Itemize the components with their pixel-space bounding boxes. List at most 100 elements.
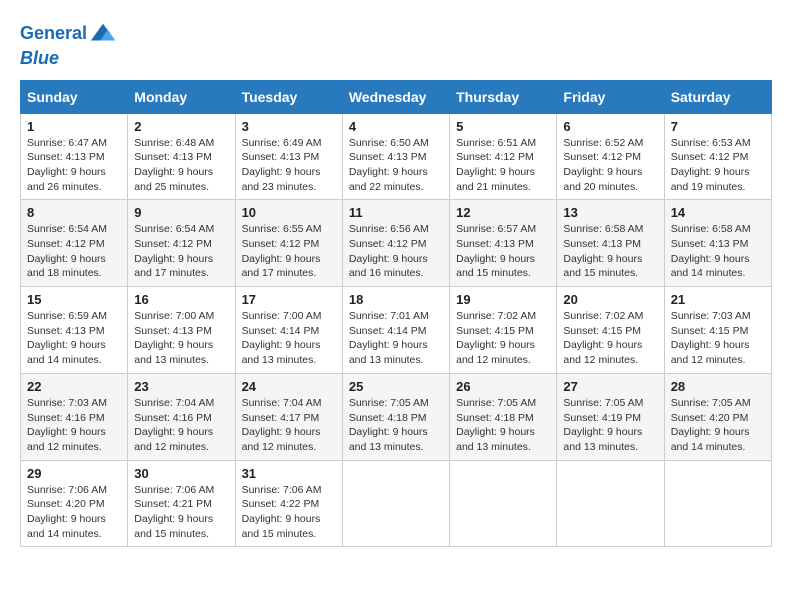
day-info: Sunrise: 6:49 AMSunset: 4:13 PMDaylight:… bbox=[242, 136, 336, 195]
day-number: 6 bbox=[563, 119, 657, 134]
day-number: 15 bbox=[27, 292, 121, 307]
day-info: Sunrise: 7:05 AMSunset: 4:18 PMDaylight:… bbox=[456, 396, 550, 455]
day-cell-24: 24 Sunrise: 7:04 AMSunset: 4:17 PMDayligh… bbox=[235, 373, 342, 460]
logo: General Blue bbox=[20, 20, 117, 70]
day-info: Sunrise: 6:54 AMSunset: 4:12 PMDaylight:… bbox=[134, 222, 228, 281]
day-cell-19: 19 Sunrise: 7:02 AMSunset: 4:15 PMDayligh… bbox=[450, 287, 557, 374]
day-number: 22 bbox=[27, 379, 121, 394]
day-cell-26: 26 Sunrise: 7:05 AMSunset: 4:18 PMDayligh… bbox=[450, 373, 557, 460]
day-number: 2 bbox=[134, 119, 228, 134]
day-number: 26 bbox=[456, 379, 550, 394]
day-cell-10: 10 Sunrise: 6:55 AMSunset: 4:12 PMDayligh… bbox=[235, 200, 342, 287]
day-info: Sunrise: 7:05 AMSunset: 4:19 PMDaylight:… bbox=[563, 396, 657, 455]
logo-blue-text: Blue bbox=[20, 48, 117, 70]
day-info: Sunrise: 7:00 AMSunset: 4:13 PMDaylight:… bbox=[134, 309, 228, 368]
day-number: 27 bbox=[563, 379, 657, 394]
day-number: 20 bbox=[563, 292, 657, 307]
day-cell-3: 3 Sunrise: 6:49 AMSunset: 4:13 PMDaylight… bbox=[235, 113, 342, 200]
day-info: Sunrise: 7:00 AMSunset: 4:14 PMDaylight:… bbox=[242, 309, 336, 368]
empty-cell bbox=[557, 460, 664, 547]
empty-cell bbox=[342, 460, 449, 547]
day-number: 3 bbox=[242, 119, 336, 134]
day-number: 19 bbox=[456, 292, 550, 307]
day-cell-9: 9 Sunrise: 6:54 AMSunset: 4:12 PMDaylight… bbox=[128, 200, 235, 287]
weekday-header-tuesday: Tuesday bbox=[235, 80, 342, 113]
weekday-header-saturday: Saturday bbox=[664, 80, 771, 113]
day-number: 23 bbox=[134, 379, 228, 394]
day-info: Sunrise: 7:04 AMSunset: 4:17 PMDaylight:… bbox=[242, 396, 336, 455]
day-cell-21: 21 Sunrise: 7:03 AMSunset: 4:15 PMDayligh… bbox=[664, 287, 771, 374]
day-cell-29: 29 Sunrise: 7:06 AMSunset: 4:20 PMDayligh… bbox=[21, 460, 128, 547]
day-info: Sunrise: 7:04 AMSunset: 4:16 PMDaylight:… bbox=[134, 396, 228, 455]
day-cell-27: 27 Sunrise: 7:05 AMSunset: 4:19 PMDayligh… bbox=[557, 373, 664, 460]
day-number: 16 bbox=[134, 292, 228, 307]
day-number: 12 bbox=[456, 205, 550, 220]
day-info: Sunrise: 6:48 AMSunset: 4:13 PMDaylight:… bbox=[134, 136, 228, 195]
calendar-table: SundayMondayTuesdayWednesdayThursdayFrid… bbox=[20, 80, 772, 548]
day-cell-31: 31Sunrise: 7:06 AMSunset: 4:22 PMDayligh… bbox=[235, 460, 342, 547]
day-cell-15: 15 Sunrise: 6:59 AMSunset: 4:13 PMDayligh… bbox=[21, 287, 128, 374]
day-cell-4: 4 Sunrise: 6:50 AMSunset: 4:13 PMDaylight… bbox=[342, 113, 449, 200]
day-cell-1: 1 Sunrise: 6:47 AMSunset: 4:13 PMDaylight… bbox=[21, 113, 128, 200]
day-cell-11: 11 Sunrise: 6:56 AMSunset: 4:12 PMDayligh… bbox=[342, 200, 449, 287]
day-number: 11 bbox=[349, 205, 443, 220]
day-number: 18 bbox=[349, 292, 443, 307]
day-info: Sunrise: 7:03 AMSunset: 4:15 PMDaylight:… bbox=[671, 309, 765, 368]
day-info: Sunrise: 6:55 AMSunset: 4:12 PMDaylight:… bbox=[242, 222, 336, 281]
day-info: Sunrise: 6:54 AMSunset: 4:12 PMDaylight:… bbox=[27, 222, 121, 281]
day-cell-16: 16 Sunrise: 7:00 AMSunset: 4:13 PMDayligh… bbox=[128, 287, 235, 374]
day-cell-18: 18 Sunrise: 7:01 AMSunset: 4:14 PMDayligh… bbox=[342, 287, 449, 374]
day-info: Sunrise: 6:56 AMSunset: 4:12 PMDaylight:… bbox=[349, 222, 443, 281]
day-cell-12: 12 Sunrise: 6:57 AMSunset: 4:13 PMDayligh… bbox=[450, 200, 557, 287]
day-info: Sunrise: 7:06 AMSunset: 4:21 PMDaylight:… bbox=[134, 483, 228, 542]
day-number: 1 bbox=[27, 119, 121, 134]
day-number: 17 bbox=[242, 292, 336, 307]
day-number: 14 bbox=[671, 205, 765, 220]
day-cell-6: 6Sunrise: 6:52 AMSunset: 4:12 PMDaylight… bbox=[557, 113, 664, 200]
day-cell-25: 25 Sunrise: 7:05 AMSunset: 4:18 PMDayligh… bbox=[342, 373, 449, 460]
day-cell-5: 5Sunrise: 6:51 AMSunset: 4:12 PMDaylight… bbox=[450, 113, 557, 200]
weekday-header-sunday: Sunday bbox=[21, 80, 128, 113]
day-info: Sunrise: 7:01 AMSunset: 4:14 PMDaylight:… bbox=[349, 309, 443, 368]
weekday-header-friday: Friday bbox=[557, 80, 664, 113]
day-info: Sunrise: 7:06 AMSunset: 4:20 PMDaylight:… bbox=[27, 483, 121, 542]
day-cell-2: 2 Sunrise: 6:48 AMSunset: 4:13 PMDaylight… bbox=[128, 113, 235, 200]
logo-text: General bbox=[20, 23, 87, 45]
day-number: 30 bbox=[134, 466, 228, 481]
day-info: Sunrise: 7:02 AMSunset: 4:15 PMDaylight:… bbox=[456, 309, 550, 368]
weekday-header-wednesday: Wednesday bbox=[342, 80, 449, 113]
day-info: Sunrise: 6:47 AMSunset: 4:13 PMDaylight:… bbox=[27, 136, 121, 195]
day-number: 8 bbox=[27, 205, 121, 220]
day-number: 28 bbox=[671, 379, 765, 394]
day-number: 4 bbox=[349, 119, 443, 134]
day-info: Sunrise: 6:58 AMSunset: 4:13 PMDaylight:… bbox=[671, 222, 765, 281]
day-cell-22: 22 Sunrise: 7:03 AMSunset: 4:16 PMDayligh… bbox=[21, 373, 128, 460]
day-info: Sunrise: 7:03 AMSunset: 4:16 PMDaylight:… bbox=[27, 396, 121, 455]
day-number: 7 bbox=[671, 119, 765, 134]
day-cell-28: 28Sunrise: 7:05 AMSunset: 4:20 PMDayligh… bbox=[664, 373, 771, 460]
day-cell-7: 7Sunrise: 6:53 AMSunset: 4:12 PMDaylight… bbox=[664, 113, 771, 200]
day-number: 13 bbox=[563, 205, 657, 220]
day-info: Sunrise: 7:05 AMSunset: 4:18 PMDaylight:… bbox=[349, 396, 443, 455]
day-info: Sunrise: 6:59 AMSunset: 4:13 PMDaylight:… bbox=[27, 309, 121, 368]
day-cell-20: 20 Sunrise: 7:02 AMSunset: 4:15 PMDayligh… bbox=[557, 287, 664, 374]
day-number: 10 bbox=[242, 205, 336, 220]
day-cell-30: 30 Sunrise: 7:06 AMSunset: 4:21 PMDayligh… bbox=[128, 460, 235, 547]
page-header: General Blue bbox=[20, 20, 772, 70]
empty-cell bbox=[450, 460, 557, 547]
day-number: 24 bbox=[242, 379, 336, 394]
day-info: Sunrise: 6:57 AMSunset: 4:13 PMDaylight:… bbox=[456, 222, 550, 281]
day-number: 29 bbox=[27, 466, 121, 481]
empty-cell bbox=[664, 460, 771, 547]
day-info: Sunrise: 6:50 AMSunset: 4:13 PMDaylight:… bbox=[349, 136, 443, 195]
day-number: 21 bbox=[671, 292, 765, 307]
day-info: Sunrise: 7:06 AMSunset: 4:22 PMDaylight:… bbox=[242, 483, 336, 542]
day-cell-13: 13Sunrise: 6:58 AMSunset: 4:13 PMDayligh… bbox=[557, 200, 664, 287]
day-info: Sunrise: 7:02 AMSunset: 4:15 PMDaylight:… bbox=[563, 309, 657, 368]
day-number: 9 bbox=[134, 205, 228, 220]
day-info: Sunrise: 6:51 AMSunset: 4:12 PMDaylight:… bbox=[456, 136, 550, 195]
day-cell-8: 8 Sunrise: 6:54 AMSunset: 4:12 PMDaylight… bbox=[21, 200, 128, 287]
day-number: 25 bbox=[349, 379, 443, 394]
day-cell-14: 14 Sunrise: 6:58 AMSunset: 4:13 PMDayligh… bbox=[664, 200, 771, 287]
weekday-header-monday: Monday bbox=[128, 80, 235, 113]
